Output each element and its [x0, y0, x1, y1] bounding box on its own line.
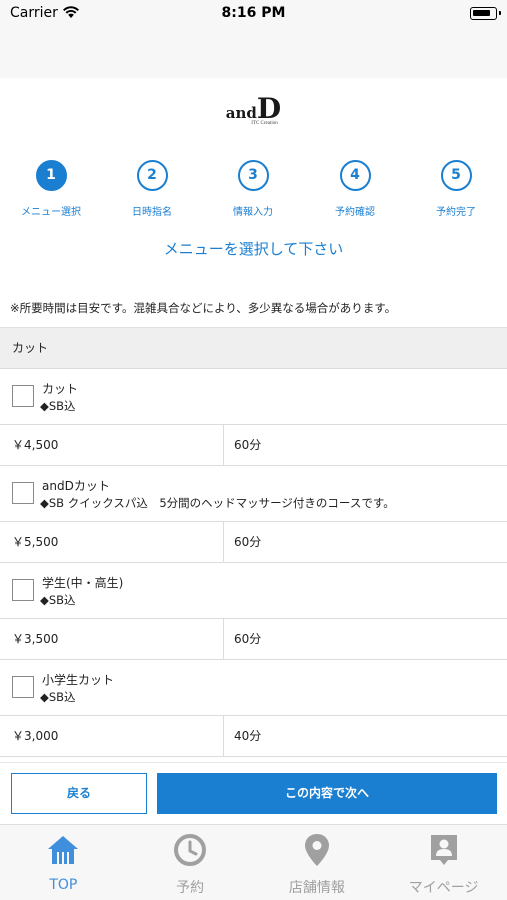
menu-item-duration: 60分	[234, 535, 262, 549]
menu-item-name: カット	[42, 382, 79, 396]
menu-item-description: ◆SB込	[40, 399, 76, 413]
menu-item-name: 小学生カット	[42, 673, 115, 687]
tab-label: 予約	[176, 880, 205, 896]
menu-list: カット ◆SB込 ￥4,500 60分 andDカット ◆SB クイックスパ込 …	[0, 369, 507, 757]
menu-item-select-area[interactable]: 学生(中・高生) ◆SB込	[0, 563, 507, 619]
menu-item: 学生(中・高生) ◆SB込 ￥3,500 60分	[0, 563, 507, 660]
step-number: 1	[35, 160, 67, 191]
menu-item: 小学生カット ◆SB込 ￥3,000 40分	[0, 660, 507, 757]
tab-label: TOP	[49, 877, 78, 893]
tab-reservation[interactable]: 予約	[127, 825, 254, 900]
tab-label: マイページ	[408, 880, 479, 896]
menu-item-price: ￥3,500	[0, 619, 224, 659]
step-number: 5	[440, 160, 472, 191]
step-2: 2 日時指名	[107, 160, 197, 218]
menu-item-select-area[interactable]: 小学生カット ◆SB込	[0, 660, 507, 716]
step-label: 予約完了	[436, 207, 476, 218]
step-number: 4	[339, 160, 371, 191]
menu-item-description: ◆SB クイックスパ込 5分間のヘッドマッサージ付きのコースです。	[40, 496, 395, 510]
menu-item-description: ◆SB込	[40, 593, 76, 607]
menu-item-name: 学生(中・高生)	[42, 576, 124, 590]
clock-icon	[127, 833, 254, 867]
menu-item-duration: 60分	[234, 438, 262, 452]
tab-mypage[interactable]: マイページ	[380, 825, 507, 900]
step-4: 4 予約確認	[310, 160, 400, 218]
menu-item: andDカット ◆SB クイックスパ込 5分間のヘッドマッサージ付きのコースです…	[0, 466, 507, 563]
step-label: 日時指名	[132, 207, 172, 218]
logo-prefix: and	[225, 104, 257, 122]
menu-item-duration: 40分	[234, 729, 262, 743]
header-band	[0, 28, 507, 78]
step-number: 3	[237, 160, 269, 191]
step-label: 情報入力	[233, 207, 273, 218]
duration-note: ※所要時間は目安です。混雑具合などにより、多少異なる場合があります。	[10, 301, 397, 315]
tab-store-info[interactable]: 店舗情報	[254, 825, 381, 900]
tab-top[interactable]: TOP	[0, 825, 127, 900]
status-bar: Carrier 8:16 PM	[0, 0, 507, 28]
action-bar: 戻る この内容で次へ	[0, 762, 507, 824]
step-indicator: 1 メニュー選択 2 日時指名 3 情報入力 4 予約確認 5 予約完了	[0, 160, 507, 220]
step-3: 3 情報入力	[208, 160, 298, 218]
battery-icon	[470, 7, 501, 20]
instruction-text: メニューを選択して下さい	[163, 240, 344, 258]
menu-item-duration: 60分	[234, 632, 262, 646]
home-icon	[0, 833, 127, 867]
step-number: 2	[136, 160, 168, 191]
tab-bar: TOP 予約 店舗情報 マイページ	[0, 824, 507, 900]
brand-logo: andD ITC Creation	[0, 92, 507, 126]
logo-subtitle: ITC Creation	[251, 121, 278, 126]
menu-item-checkbox[interactable]	[12, 579, 34, 601]
menu-item-checkbox[interactable]	[12, 385, 34, 407]
profile-icon	[380, 833, 507, 867]
clock-time: 8:16 PM	[221, 5, 286, 21]
menu-item-price: ￥3,000	[0, 716, 224, 756]
step-label: メニュー選択	[21, 207, 81, 218]
map-pin-icon	[254, 833, 381, 867]
menu-item-select-area[interactable]: andDカット ◆SB クイックスパ込 5分間のヘッドマッサージ付きのコースです…	[0, 466, 507, 522]
tab-label: 店舗情報	[288, 880, 345, 896]
menu-item-checkbox[interactable]	[12, 482, 34, 504]
back-button[interactable]: 戻る	[11, 773, 147, 814]
next-button[interactable]: この内容で次へ	[157, 773, 497, 814]
menu-item: カット ◆SB込 ￥4,500 60分	[0, 369, 507, 466]
step-5: 5 予約完了	[411, 160, 501, 218]
section-header-cut: カット	[0, 327, 507, 369]
step-1: 1 メニュー選択	[6, 160, 96, 218]
menu-item-name: andDカット	[42, 479, 110, 493]
menu-item-checkbox[interactable]	[12, 676, 34, 698]
menu-item-price: ￥4,500	[0, 425, 224, 465]
step-label: 予約確認	[335, 207, 375, 218]
menu-item-price: ￥5,500	[0, 522, 224, 562]
menu-item-description: ◆SB込	[40, 690, 76, 704]
menu-item-select-area[interactable]: カット ◆SB込	[0, 369, 507, 425]
